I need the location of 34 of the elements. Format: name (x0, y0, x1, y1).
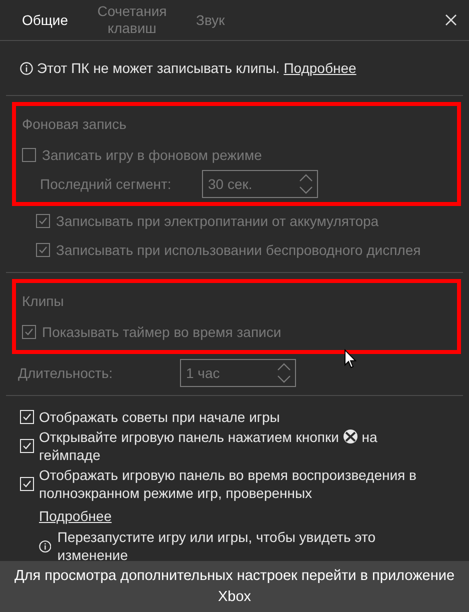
section-heading: Клипы (22, 292, 65, 311)
checkmark-icon (22, 412, 32, 422)
more-link[interactable]: Подробнее (39, 508, 112, 524)
checkbox-label: Записывать при электропитании от аккумулятора (56, 212, 379, 228)
checkmark-icon (38, 216, 48, 226)
checkmark-icon (22, 441, 32, 451)
footer-bar: Для просмотра дополнительных настроек перейти в приложение Xbox (0, 561, 469, 612)
tab[interactable]: Сочетания клавиш (82, 3, 182, 37)
info-icon (39, 540, 52, 552)
notice-text: Этот ПК не может записывать клипы. (37, 60, 280, 76)
tab[interactable]: Общие (14, 12, 76, 28)
field-label: Последний сегмент: (40, 176, 172, 192)
field-label: Длительность: (18, 364, 114, 380)
checkbox-label: на (362, 429, 378, 445)
mouse-cursor-icon (344, 349, 357, 369)
checkbox-label: Записывать при использовании беспроводного дисплея (56, 242, 421, 258)
checkbox-label: Отображать игровую панель во время воспроизведения в полноэкранном режиме игр, проверенных (39, 466, 418, 502)
circle-cross-icon (342, 429, 358, 444)
checkmark-icon (22, 479, 32, 489)
close-icon (445, 14, 457, 26)
up-down-arrows-icon (277, 362, 291, 384)
section-heading: Фоновая запись (22, 115, 128, 134)
checkmark-icon (24, 326, 34, 336)
checkmark-icon (38, 244, 48, 254)
checkbox-label: Открывайте игровую панель нажатием кнопки (39, 429, 339, 445)
checkbox-label: геймпаде (39, 447, 100, 463)
note-text: Перезапустите игру или игры, чтобы увидеть это изменение (57, 528, 377, 561)
up-down-arrows-icon (299, 172, 313, 194)
checkbox-label: Отображать советы при начале игры (39, 408, 281, 426)
checkbox-label: Записать игру в фоновом режиме (42, 146, 262, 162)
info-icon (20, 62, 33, 74)
more-link[interactable]: Подробнее (284, 60, 356, 76)
checkbox-label: Показывать таймер во время записи (42, 324, 282, 340)
tab[interactable]: Звук (188, 12, 233, 28)
